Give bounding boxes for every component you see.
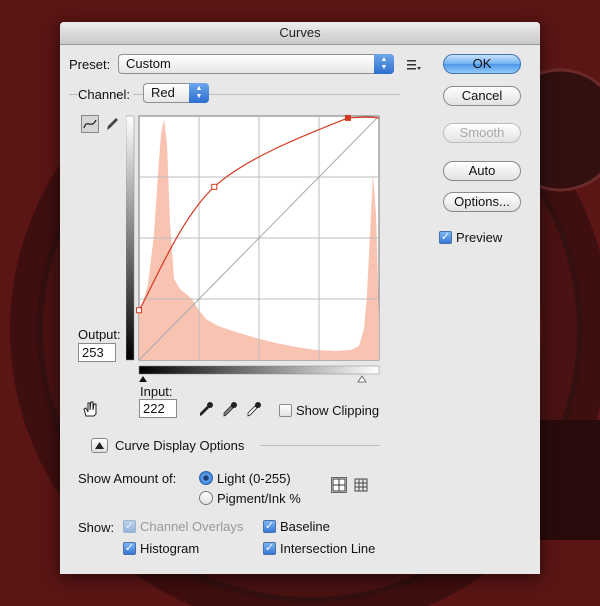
pencil-icon[interactable] (104, 116, 120, 132)
black-point-slider[interactable] (139, 376, 147, 382)
curve-control-point[interactable] (136, 307, 142, 314)
output-gradient-bar (126, 115, 135, 361)
detailed-grid-button[interactable] (353, 477, 369, 493)
show-clipping-checkbox[interactable] (279, 404, 292, 417)
curve-control-point[interactable] (344, 114, 351, 121)
histogram-label: Histogram (140, 541, 200, 556)
white-eyedropper-icon[interactable] (245, 400, 263, 418)
curve-display-options-label: Curve Display Options (115, 438, 245, 453)
channel-value: Red (151, 85, 175, 100)
light-radio-label: Light (0-255) (217, 471, 291, 486)
preset-value: Custom (126, 56, 171, 71)
curves-dialog: Curves Preset: Custom ▲ ▼ OK Cancel Smoot… (60, 22, 540, 574)
preset-options-list-icon[interactable] (407, 59, 421, 71)
ok-button[interactable]: OK (443, 54, 521, 74)
channel-select[interactable]: Red ▲ ▼ (143, 83, 209, 103)
disclosure-triangle-button[interactable] (91, 438, 108, 453)
show-amount-label: Show Amount of: (78, 471, 177, 486)
curve-control-point[interactable] (211, 183, 218, 190)
on-image-adjust-hand-icon[interactable] (80, 400, 100, 418)
cancel-button[interactable]: Cancel (443, 86, 521, 106)
gray-eyedropper-icon[interactable] (221, 400, 239, 418)
intersection-line-checkbox[interactable]: ✓ (263, 542, 276, 555)
options-button[interactable]: Options... (443, 192, 521, 212)
pigment-radio[interactable] (199, 491, 213, 505)
input-label: Input: (140, 384, 173, 399)
curve-icon (83, 119, 97, 129)
intersection-line-label: Intersection Line (280, 541, 376, 556)
preset-select[interactable]: Custom ▲ ▼ (118, 54, 394, 74)
grid-9-icon (354, 478, 368, 492)
dialog-title: Curves (60, 22, 540, 45)
preset-label: Preset: (69, 57, 111, 72)
light-radio[interactable] (199, 471, 213, 485)
output-field[interactable]: 253 (78, 343, 116, 362)
output-label: Output: (78, 327, 121, 342)
pigment-radio-label: Pigment/Ink % (217, 491, 301, 506)
preview-label: Preview (456, 230, 503, 245)
white-point-slider[interactable] (357, 375, 367, 383)
curve-edit-points-tool[interactable] (81, 115, 99, 133)
preview-checkbox[interactable]: ✓ (439, 231, 452, 244)
divider (260, 445, 380, 446)
simple-grid-button[interactable] (331, 477, 347, 493)
show-clipping-label: Show Clipping (296, 403, 380, 418)
channel-overlays-label: Channel Overlays (140, 519, 244, 534)
histogram-checkbox[interactable]: ✓ (123, 542, 136, 555)
select-arrows-icon: ▲ ▼ (189, 83, 209, 103)
curve-graph[interactable] (126, 114, 382, 400)
input-field[interactable]: 222 (139, 399, 177, 418)
smooth-button[interactable]: Smooth (443, 123, 521, 143)
black-eyedropper-icon[interactable] (197, 400, 215, 418)
input-gradient-bar (138, 365, 380, 375)
grid-4-icon (332, 478, 346, 492)
channel-label: Channel: (78, 87, 134, 102)
baseline-checkbox[interactable]: ✓ (263, 520, 276, 533)
channel-overlays-checkbox[interactable]: ✓ (123, 520, 136, 533)
triangle-up-icon (95, 442, 104, 449)
select-arrows-icon: ▲ ▼ (374, 54, 394, 74)
baseline-label: Baseline (280, 519, 330, 534)
auto-button[interactable]: Auto (443, 161, 521, 181)
show-label: Show: (78, 520, 115, 535)
